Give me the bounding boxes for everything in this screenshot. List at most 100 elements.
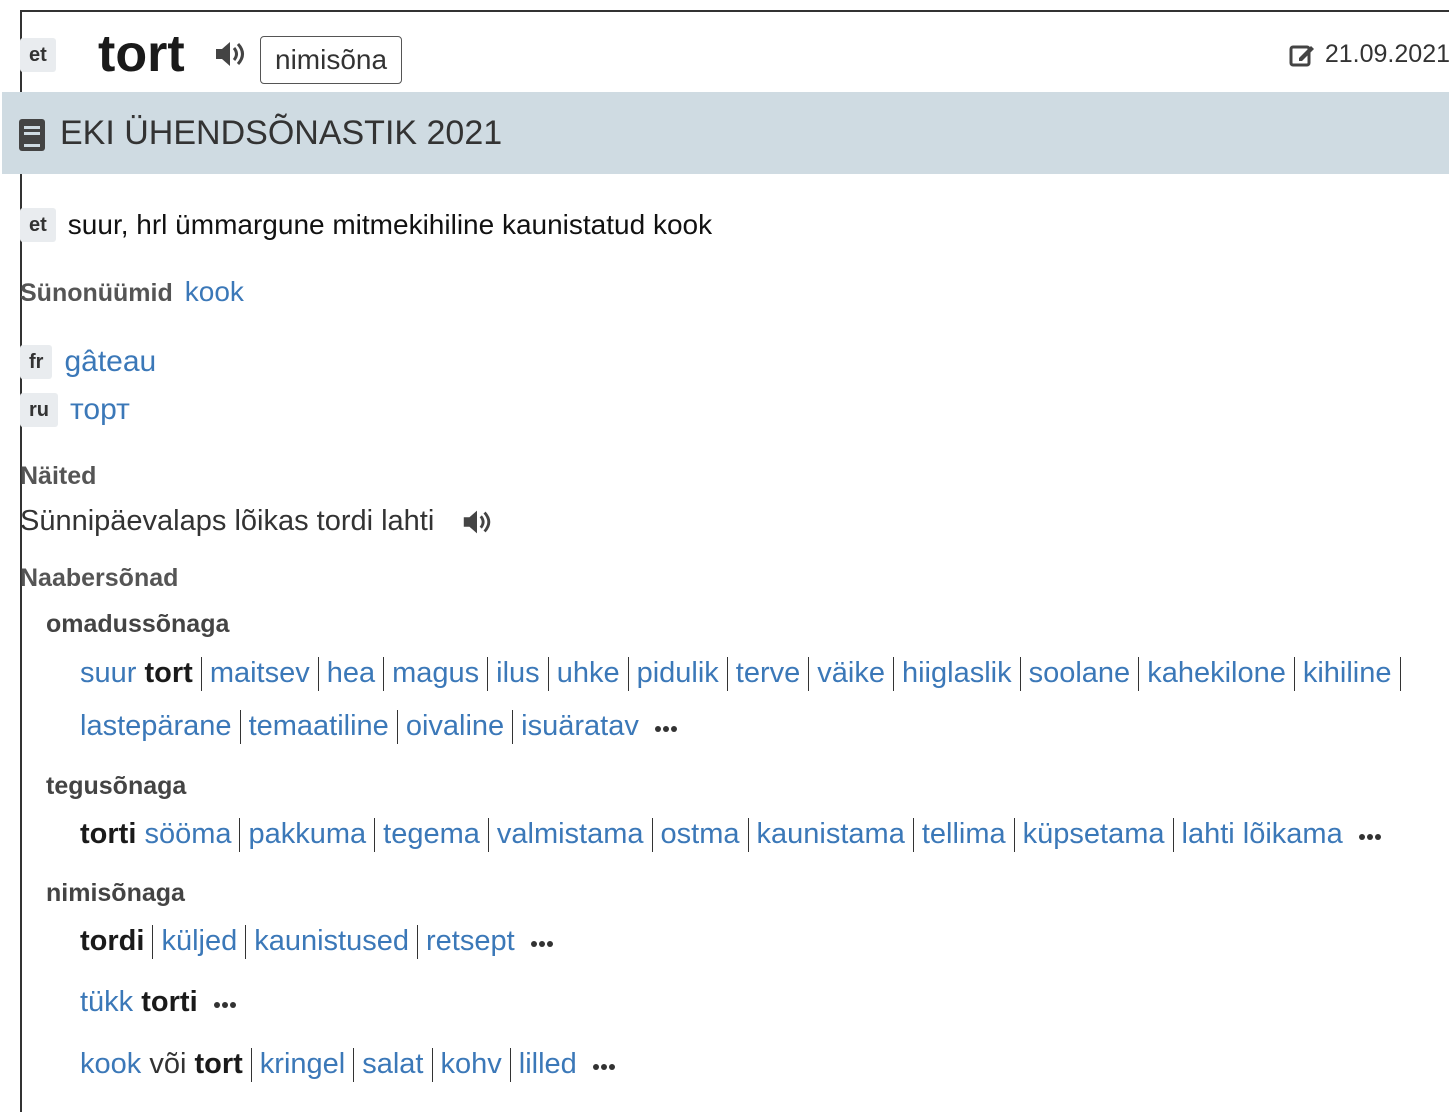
collocation-word[interactable]: kringel xyxy=(260,1048,345,1080)
separator xyxy=(509,1048,511,1083)
definition-text: suur, hrl ümmargune mitmekihiline kaunis… xyxy=(67,209,713,240)
collocation-word[interactable]: kihiline xyxy=(1303,657,1392,689)
collocation-group-label: tegusõnaga xyxy=(46,772,187,800)
collocation-word[interactable]: väike xyxy=(817,657,885,689)
lang-tag: ru xyxy=(20,393,58,427)
collocation-word[interactable]: oivaline xyxy=(406,710,504,742)
collocation-word[interactable]: tellima xyxy=(922,818,1006,850)
collocation-word[interactable]: kohv xyxy=(441,1048,502,1080)
more-icon[interactable] xyxy=(530,921,555,963)
separator xyxy=(512,710,514,745)
separator xyxy=(1172,818,1174,853)
collocation-line: kook või tort kringel salat kohv lilled xyxy=(80,1043,617,1086)
more-icon[interactable] xyxy=(654,706,679,748)
collocation-word[interactable]: ilus xyxy=(496,657,540,689)
separator xyxy=(317,657,319,692)
collocation-word[interactable]: kaunistama xyxy=(757,818,905,850)
separator xyxy=(245,925,247,960)
collocation-word[interactable]: kahekilone xyxy=(1147,657,1286,689)
collocation-word[interactable]: kook xyxy=(80,1048,141,1080)
collocation-group-label: nimisõnaga xyxy=(46,879,185,907)
separator xyxy=(487,657,489,692)
collocation-word[interactable]: lahti lõikama xyxy=(1182,818,1343,850)
speaker-icon[interactable] xyxy=(460,505,494,539)
separator xyxy=(250,1048,252,1083)
separator xyxy=(1138,657,1140,692)
separator xyxy=(383,657,385,692)
dictionary-banner: EKI ÜHENDSÕNASTIK 2021 xyxy=(2,92,1449,174)
collocation-word[interactable]: uhke xyxy=(557,657,620,689)
collocation-word[interactable]: pakkuma xyxy=(248,818,366,850)
separator xyxy=(808,657,810,692)
definition-row: et suur, hrl ümmargune mitmekihiline kaun… xyxy=(20,208,712,242)
separator xyxy=(152,925,154,960)
collocation-word[interactable]: hiiglaslik xyxy=(902,657,1012,689)
collocation-line: tordi küljed kaunistused retsept xyxy=(80,920,555,963)
collocation-word[interactable]: kaunistused xyxy=(254,925,409,957)
headword-inline: tort xyxy=(194,1048,243,1080)
synonyms-label: Sünonüümid xyxy=(20,279,173,307)
headword-inline: tordi xyxy=(80,925,145,957)
collocation-word[interactable]: tegema xyxy=(383,818,480,850)
synonyms-row: Sünonüümid kook xyxy=(20,272,244,317)
edit-date: 21.09.2021 xyxy=(1289,40,1449,69)
collocation-word[interactable]: retsept xyxy=(426,925,515,957)
translation-row: ru торт xyxy=(20,390,130,430)
examples-label: Näited xyxy=(20,462,97,490)
collocation-line: suur tort maitsev hea magus ilus uhke pidulik t… xyxy=(80,652,1409,694)
collocation-word[interactable]: tükk xyxy=(80,986,133,1018)
collocation-word[interactable]: pidulik xyxy=(637,657,719,689)
separator xyxy=(1019,657,1021,692)
separator xyxy=(892,657,894,692)
collocation-word[interactable]: hea xyxy=(327,657,375,689)
collocation-word[interactable]: maitsev xyxy=(210,657,310,689)
more-icon[interactable] xyxy=(592,1044,617,1086)
collocation-word[interactable]: isuäratav xyxy=(521,710,639,742)
collocation-line: lastepärane temaatiline oivaline isuäratav xyxy=(80,705,679,748)
collocation-word[interactable]: salat xyxy=(362,1048,423,1080)
conjunction-text: või xyxy=(149,1048,187,1080)
collocation-word[interactable]: küpsetama xyxy=(1023,818,1165,850)
more-icon[interactable] xyxy=(1358,814,1383,856)
separator xyxy=(547,657,549,692)
collocation-word[interactable]: suur xyxy=(80,657,136,689)
speaker-icon[interactable] xyxy=(212,36,248,72)
more-icon[interactable] xyxy=(213,982,238,1024)
collocation-word[interactable]: lastepärane xyxy=(80,710,232,742)
lang-tag: et xyxy=(20,208,56,242)
headword-inline: torti xyxy=(141,986,198,1018)
separator xyxy=(1013,818,1015,853)
separator xyxy=(431,1048,433,1083)
separator xyxy=(374,818,376,853)
headword-inline: tort xyxy=(144,657,193,689)
collocation-word[interactable]: sööma xyxy=(144,818,231,850)
collocation-word[interactable]: küljed xyxy=(161,925,237,957)
pos-badge: nimisõna xyxy=(260,36,403,84)
separator xyxy=(396,710,398,745)
entry-header: et tort nimisõna 21.09.2021 xyxy=(20,18,1449,90)
translation-row: fr gâteau xyxy=(20,342,156,382)
separator xyxy=(747,818,749,853)
collocation-word[interactable]: lilled xyxy=(519,1048,577,1080)
date-text: 21.09.2021 xyxy=(1324,40,1449,68)
lang-tag: fr xyxy=(20,345,53,379)
collocation-group-label: omadussõnaga xyxy=(46,610,230,638)
collocation-line: tükk torti xyxy=(80,981,238,1024)
collocation-word[interactable]: magus xyxy=(392,657,479,689)
collocation-word[interactable]: valmistama xyxy=(497,818,644,850)
separator xyxy=(651,818,653,853)
separator xyxy=(627,657,629,692)
separator xyxy=(1399,657,1401,692)
collocation-word[interactable]: ostma xyxy=(661,818,740,850)
synonym-link[interactable]: kook xyxy=(185,276,244,307)
headword-inline: torti xyxy=(80,818,137,850)
separator xyxy=(417,925,418,960)
dictionary-title: EKI ÜHENDSÕNASTIK 2021 xyxy=(60,114,503,152)
collocation-word[interactable]: temaatiline xyxy=(249,710,389,742)
collocation-word[interactable]: soolane xyxy=(1029,657,1131,689)
collocation-word[interactable]: terve xyxy=(736,657,800,689)
translation-link[interactable]: торт xyxy=(70,393,130,426)
separator xyxy=(726,657,728,692)
collocations-label: Naabersõnad xyxy=(20,564,179,592)
translation-link[interactable]: gâteau xyxy=(64,345,156,378)
